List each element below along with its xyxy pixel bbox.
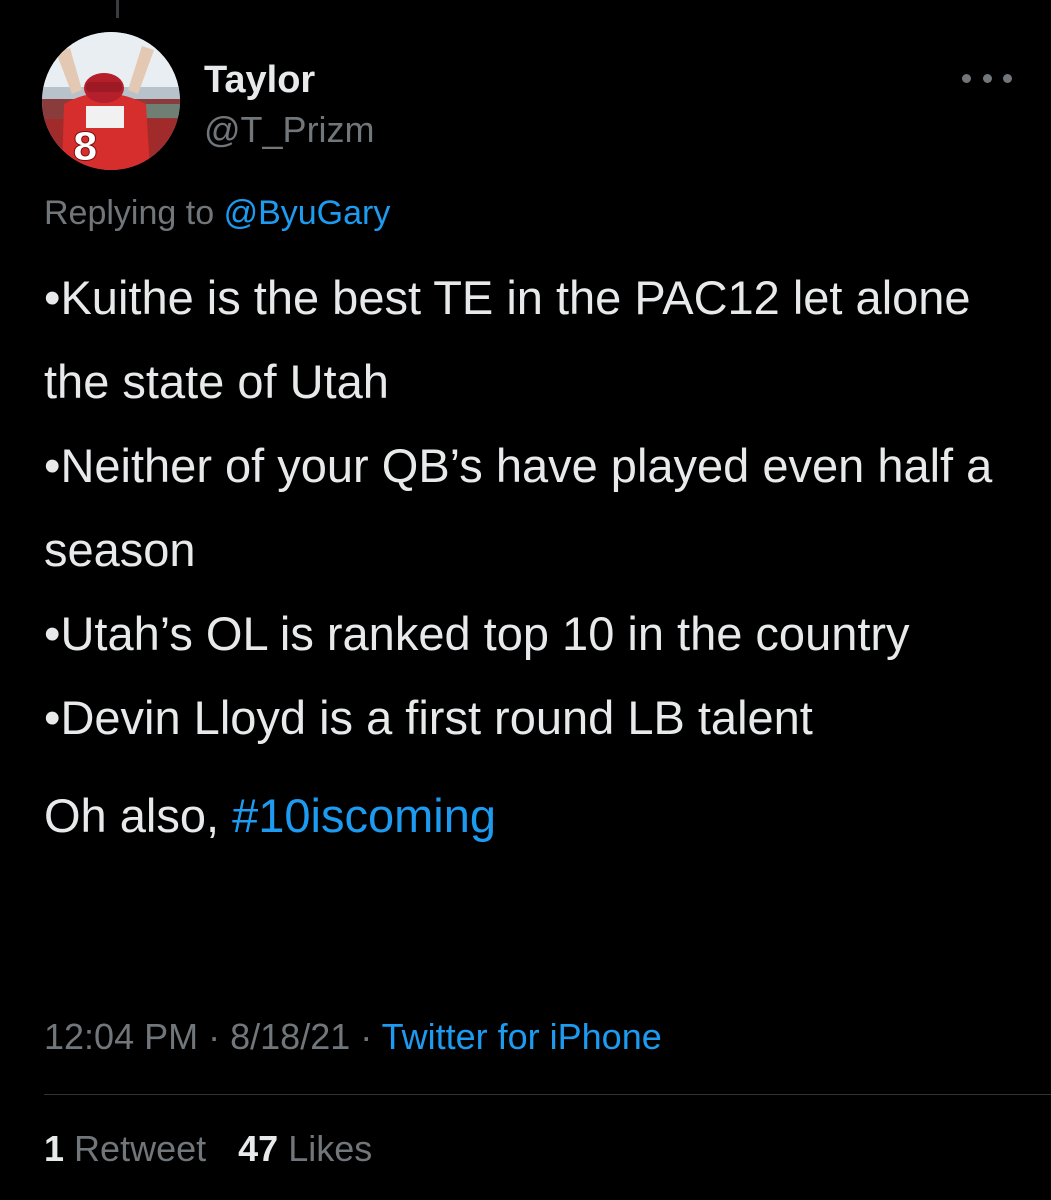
tweet-time[interactable]: 12:04 PM bbox=[44, 1016, 198, 1057]
more-horizontal-icon bbox=[962, 73, 971, 83]
tweet-text: •Kuithe is the best TE in the PAC12 let … bbox=[44, 256, 1014, 858]
tweet-source-link[interactable]: Twitter for iPhone bbox=[382, 1016, 662, 1057]
tweet-stats: 1 Retweet 47 Likes bbox=[44, 1124, 372, 1174]
meta-separator: · bbox=[208, 1016, 221, 1057]
author-handle[interactable]: @T_Prizm bbox=[204, 108, 375, 152]
author-display-name[interactable]: Taylor bbox=[204, 58, 315, 102]
closing-text: Oh also, bbox=[44, 789, 220, 842]
replying-to-label: Replying to bbox=[44, 194, 215, 232]
tweet-line: •Kuithe is the best TE in the PAC12 let … bbox=[44, 271, 971, 408]
meta-separator: · bbox=[360, 1016, 373, 1057]
reply-mention-link[interactable]: @ByuGary bbox=[224, 194, 391, 232]
avatar[interactable]: 8 bbox=[42, 32, 180, 170]
avatar-jersey-number: 8 bbox=[72, 125, 98, 169]
avatar-image: 8 bbox=[42, 32, 180, 170]
tweet-line: •Utah’s OL is ranked top 10 in the count… bbox=[44, 607, 910, 660]
hashtag-link[interactable]: #10iscoming bbox=[232, 789, 496, 842]
tweet-header: 8 Taylor @T_Prizm bbox=[42, 32, 1012, 172]
like-label: Likes bbox=[288, 1128, 373, 1169]
like-count: 47 bbox=[238, 1128, 279, 1169]
retweet-count: 1 bbox=[44, 1128, 65, 1169]
stats-divider bbox=[44, 1094, 1051, 1095]
more-horizontal-icon bbox=[1003, 73, 1012, 83]
retweet-label: Retweet bbox=[74, 1128, 207, 1169]
likes-stat[interactable]: 47 Likes bbox=[238, 1128, 372, 1169]
tweet-closing-line: Oh also, #10iscoming bbox=[44, 774, 1014, 858]
tweet-line: •Neither of your QB’s have played even h… bbox=[44, 439, 993, 576]
retweets-stat[interactable]: 1 Retweet bbox=[44, 1128, 216, 1169]
tweet-metadata: 12:04 PM · 8/18/21 · Twitter for iPhone bbox=[44, 1012, 662, 1062]
tweet-line: •Devin Lloyd is a first round LB talent bbox=[44, 691, 813, 744]
more-horizontal-icon bbox=[982, 73, 992, 83]
replying-to: Replying to @ByuGary bbox=[44, 190, 390, 236]
more-options-button[interactable] bbox=[962, 66, 1012, 90]
tweet-date[interactable]: 8/18/21 bbox=[230, 1016, 350, 1057]
thread-connector-line bbox=[116, 0, 119, 18]
